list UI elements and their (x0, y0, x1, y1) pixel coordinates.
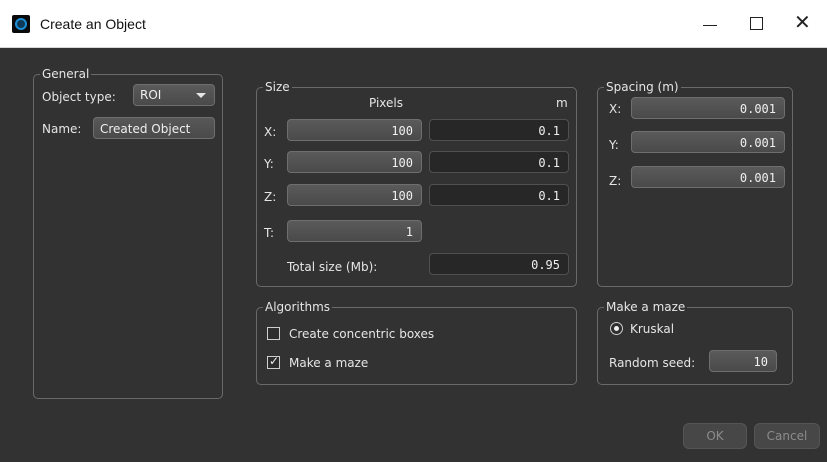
name-label: Name: (42, 122, 82, 136)
make-a-maze-checkbox[interactable] (267, 354, 280, 369)
title-bar: Create an Object ✕ (0, 0, 827, 48)
spacing-x-label: X: (609, 102, 622, 116)
random-seed-label: Random seed: (609, 356, 696, 370)
spacing-x-spinbox[interactable]: 0.001 (631, 97, 785, 119)
general-group-title: General (40, 67, 92, 81)
close-button[interactable]: ✕ (780, 0, 826, 48)
spacing-group-title: Spacing (m) (604, 80, 681, 94)
kruskal-label: Kruskal (630, 322, 675, 336)
pixels-column-header: Pixels (369, 96, 404, 110)
size-z-pixels-spinbox[interactable]: 100 (287, 184, 422, 206)
spacing-y-label: Y: (609, 138, 619, 152)
window-title: Create an Object (40, 16, 146, 32)
spacing-y-spinbox[interactable]: 0.001 (631, 131, 785, 153)
spacing-z-label: Z: (609, 174, 622, 188)
make-a-maze-group-title: Make a maze (604, 300, 688, 314)
chevron-down-icon (196, 93, 206, 98)
size-z-meters-value: 0.1 (429, 184, 569, 206)
app-icon (12, 15, 30, 33)
size-x-label: X: (264, 125, 277, 139)
spacing-z-spinbox[interactable]: 0.001 (631, 166, 785, 188)
make-a-maze-group: Make a maze (597, 300, 793, 385)
size-t-label: T: (264, 226, 275, 240)
size-z-label: Z: (264, 190, 277, 204)
size-y-pixels-spinbox[interactable]: 100 (287, 151, 422, 173)
minimize-button[interactable] (687, 0, 733, 48)
size-y-meters-value: 0.1 (429, 151, 569, 173)
total-size-value: 0.95 (429, 253, 569, 275)
algorithms-group-title: Algorithms (263, 300, 333, 314)
cancel-button[interactable]: Cancel (754, 423, 820, 449)
object-type-value: ROI (140, 88, 162, 102)
kruskal-radio[interactable] (610, 322, 623, 335)
create-concentric-boxes-checkbox[interactable] (267, 327, 280, 340)
ok-button[interactable]: OK (683, 423, 747, 449)
random-seed-spinbox[interactable]: 10 (709, 350, 777, 372)
total-size-label: Total size (Mb): (287, 260, 378, 274)
minimize-icon (703, 25, 717, 26)
object-type-select[interactable]: ROI (133, 84, 215, 106)
size-t-pixels-spinbox[interactable]: 1 (287, 220, 422, 242)
size-x-meters-value: 0.1 (429, 119, 569, 141)
size-x-pixels-spinbox[interactable]: 100 (287, 119, 422, 141)
algorithms-group: Algorithms (256, 300, 577, 385)
size-group-title: Size (263, 80, 292, 94)
maximize-button[interactable] (733, 0, 779, 48)
size-y-label: Y: (264, 157, 274, 171)
meters-column-header: m (556, 96, 568, 110)
close-icon: ✕ (794, 10, 811, 34)
maximize-icon (750, 17, 763, 30)
object-type-label: Object type: (42, 90, 116, 104)
name-input[interactable]: Created Object (93, 117, 215, 139)
make-a-maze-label: Make a maze (289, 356, 369, 370)
create-concentric-boxes-label: Create concentric boxes (289, 327, 435, 341)
